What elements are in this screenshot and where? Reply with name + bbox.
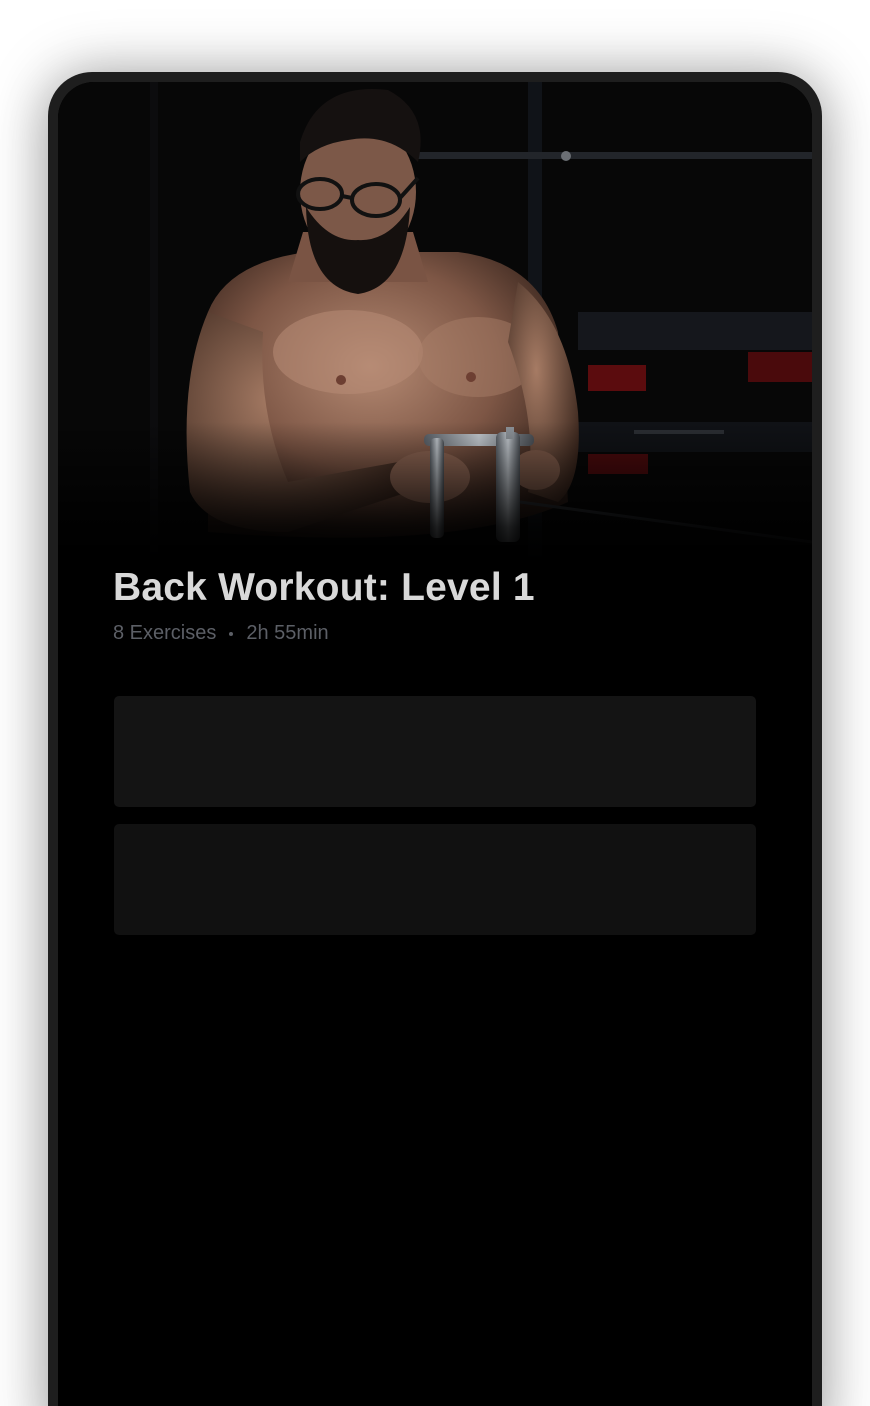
page: Back Workout: Level 1 8 Exercises 2h 55m…	[0, 0, 870, 1406]
exercise-card-placeholder[interactable]	[114, 696, 756, 807]
app-screen: Back Workout: Level 1 8 Exercises 2h 55m…	[58, 82, 812, 1406]
device-frame: Back Workout: Level 1 8 Exercises 2h 55m…	[48, 72, 822, 1406]
workout-meta: 8 Exercises 2h 55min	[113, 622, 329, 645]
workout-duration: 2h 55min	[246, 622, 329, 644]
hero-image	[58, 82, 812, 562]
workout-title: Back Workout: Level 1	[113, 566, 535, 609]
exercise-count: 8 Exercises	[113, 622, 217, 644]
separator-dot-icon	[229, 631, 234, 636]
exercise-card-placeholder[interactable]	[114, 824, 756, 935]
hero-gradient-overlay	[58, 422, 812, 562]
